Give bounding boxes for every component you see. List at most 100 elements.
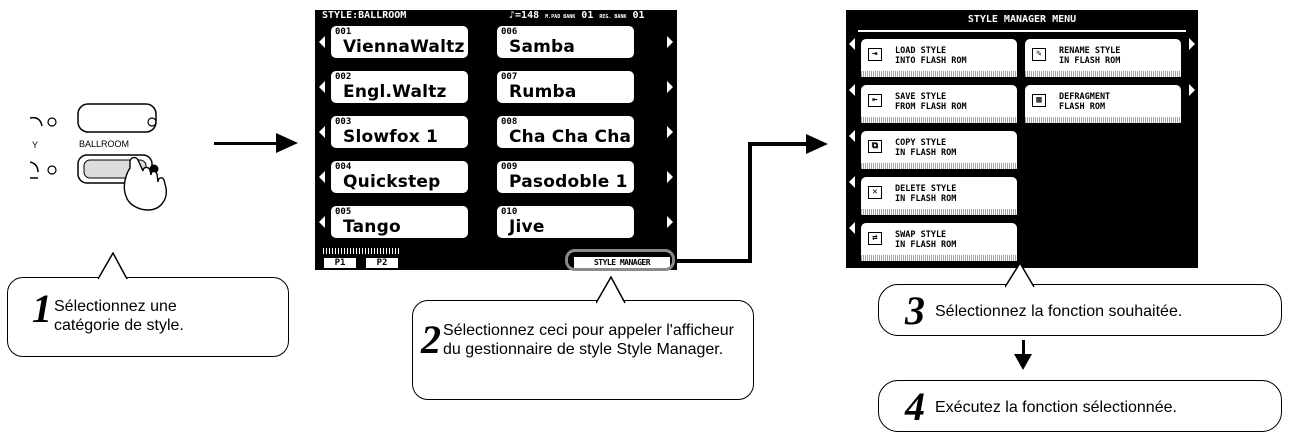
- left-arrow-icon[interactable]: [319, 126, 325, 138]
- step-text: Sélectionnez une catégorie de style.: [54, 298, 184, 334]
- style-button-1[interactable]: 001 ViennaWaltz: [330, 25, 469, 59]
- left-arrow-icon[interactable]: [849, 130, 855, 142]
- menu-item-swap[interactable]: ⇄ SWAP STYLE IN FLASH ROM: [860, 222, 1018, 262]
- save-icon: ⇤: [868, 94, 882, 107]
- style-number: 009: [501, 162, 518, 172]
- mpad-bank-value: 01: [581, 10, 594, 21]
- step-text: Exécutez la fonction sélectionnée.: [935, 399, 1177, 416]
- item-shading: [861, 209, 1017, 215]
- reg-bank-value: 01: [632, 10, 645, 21]
- tab-p1[interactable]: P1: [323, 257, 357, 269]
- menu-item-delete[interactable]: ✕ DELETE STYLE IN FLASH ROM: [860, 176, 1018, 216]
- style-select-display: STYLE:BALLROOM ♪=148 M.PAD BANK 01 REG. …: [315, 10, 677, 270]
- panel-illustration: [29, 100, 180, 220]
- step-text: Sélectionnez ceci pour appeler l'affiche…: [443, 322, 734, 358]
- style-button-8[interactable]: 008 Cha Cha Cha: [496, 115, 635, 149]
- left-arrow-icon[interactable]: [849, 222, 855, 234]
- callout-step-3: 3 Sélectionnez la fonction souhaitée.: [878, 284, 1282, 336]
- style-button-4[interactable]: 004 Quickstep: [330, 160, 469, 194]
- style-number: 010: [501, 207, 518, 217]
- delete-icon: ✕: [868, 186, 882, 199]
- left-arrow-icon[interactable]: [319, 81, 325, 93]
- style-number: 007: [501, 72, 518, 82]
- step-number: 3: [905, 288, 925, 333]
- left-arrow-icon[interactable]: [849, 38, 855, 50]
- menu-item-label: SWAP STYLE IN FLASH ROM: [895, 230, 957, 250]
- rename-icon: ✎: [1032, 48, 1046, 61]
- style-manager-display: STYLE MANAGER MENU ⇥ LOAD STYLE INTO FLA…: [846, 10, 1198, 268]
- style-name: Samba: [509, 37, 576, 57]
- menu-item-save[interactable]: ⇤ SAVE STYLE FROM FLASH ROM: [860, 84, 1018, 124]
- panel-label-ballroom: BALLROOM: [79, 139, 130, 149]
- menu-item-rename[interactable]: ✎ RENAME STYLE IN FLASH ROM: [1024, 38, 1182, 78]
- callout-step-2: 2 Sélectionnez ceci pour appeler l'affic…: [412, 300, 754, 400]
- style-button-3[interactable]: 003 Slowfox 1: [330, 115, 469, 149]
- style-name: Tango: [343, 217, 401, 237]
- defragment-icon: ▦: [1032, 94, 1046, 107]
- tab-decoration: [323, 248, 399, 254]
- menu-item-label: COPY STYLE IN FLASH ROM: [895, 138, 957, 158]
- item-shading: [861, 163, 1017, 169]
- menu-title: STYLE MANAGER MENU: [967, 14, 1077, 25]
- right-arrow-icon[interactable]: [667, 81, 673, 93]
- swap-icon: ⇄: [868, 232, 882, 245]
- right-arrow-icon[interactable]: [667, 126, 673, 138]
- item-shading: [861, 255, 1017, 261]
- style-name: Engl.Waltz: [343, 82, 447, 102]
- style-name: Pasodoble 1: [509, 172, 628, 192]
- left-arrow-icon[interactable]: [849, 176, 855, 188]
- style-name: Cha Cha Cha: [509, 127, 632, 147]
- style-button-9[interactable]: 009 Pasodoble 1: [496, 160, 635, 194]
- right-arrow-icon[interactable]: [667, 36, 673, 48]
- callout-2-pointer: [596, 276, 626, 304]
- style-number: 006: [501, 27, 518, 37]
- style-name: Quickstep: [343, 172, 441, 192]
- style-number: 003: [335, 117, 352, 127]
- callout-step-1: 1 Sélectionnez une catégorie de style.: [7, 277, 289, 357]
- left-arrow-icon[interactable]: [319, 36, 325, 48]
- style-button-7[interactable]: 007 Rumba: [496, 70, 635, 104]
- right-arrow-icon[interactable]: [1189, 84, 1195, 96]
- tab-p2[interactable]: P2: [365, 257, 399, 269]
- style-name: ViennaWaltz: [343, 37, 465, 57]
- copy-icon: ⧉: [868, 140, 882, 153]
- menu-item-defragment[interactable]: ▦ DEFRAGMENT FLASH ROM: [1024, 84, 1182, 124]
- display-status: ♪=148 M.PAD BANK 01 REG. BANK 01: [509, 10, 645, 21]
- style-number: 002: [335, 72, 352, 82]
- left-arrow-icon[interactable]: [849, 84, 855, 96]
- callout-3-pointer: [1005, 262, 1035, 288]
- reg-bank-label: REG. BANK: [599, 14, 627, 20]
- step-number: 1: [32, 286, 52, 331]
- right-arrow-icon[interactable]: [667, 216, 673, 228]
- menu-item-copy[interactable]: ⧉ COPY STYLE IN FLASH ROM: [860, 130, 1018, 170]
- style-name: Jive: [509, 217, 545, 237]
- style-button-2[interactable]: 002 Engl.Waltz: [330, 70, 469, 104]
- panel-label-y: Y: [32, 140, 39, 150]
- menu-item-label: DELETE STYLE IN FLASH ROM: [895, 184, 957, 204]
- load-icon: ⇥: [868, 48, 882, 61]
- item-shading: [861, 71, 1017, 77]
- menu-item-label: LOAD STYLE INTO FLASH ROM: [895, 46, 967, 66]
- right-arrow-icon[interactable]: [667, 171, 673, 183]
- left-arrow-icon[interactable]: [319, 171, 325, 183]
- item-shading: [1025, 117, 1181, 123]
- item-shading: [861, 117, 1017, 123]
- menu-item-label: DEFRAGMENT FLASH ROM: [1059, 92, 1111, 112]
- menu-item-label: SAVE STYLE FROM FLASH ROM: [895, 92, 967, 112]
- style-button-5[interactable]: 005 Tango: [330, 205, 469, 239]
- style-name: Rumba: [509, 82, 577, 102]
- callout-1-pointer: [98, 252, 128, 280]
- style-button-6[interactable]: 006 Samba: [496, 25, 635, 59]
- style-number: 005: [335, 207, 352, 217]
- right-arrow-icon[interactable]: [1189, 38, 1195, 50]
- style-button-10[interactable]: 010 Jive: [496, 205, 635, 239]
- style-number: 001: [335, 27, 352, 37]
- menu-title-underline: [858, 30, 1186, 32]
- menu-item-label: RENAME STYLE IN FLASH ROM: [1059, 46, 1121, 66]
- style-name: Slowfox 1: [343, 127, 439, 147]
- left-arrow-icon[interactable]: [319, 216, 325, 228]
- step-number: 2: [421, 317, 441, 362]
- style-manager-highlight: [565, 249, 675, 271]
- tempo-value: =148: [515, 10, 540, 21]
- menu-item-load[interactable]: ⇥ LOAD STYLE INTO FLASH ROM: [860, 38, 1018, 78]
